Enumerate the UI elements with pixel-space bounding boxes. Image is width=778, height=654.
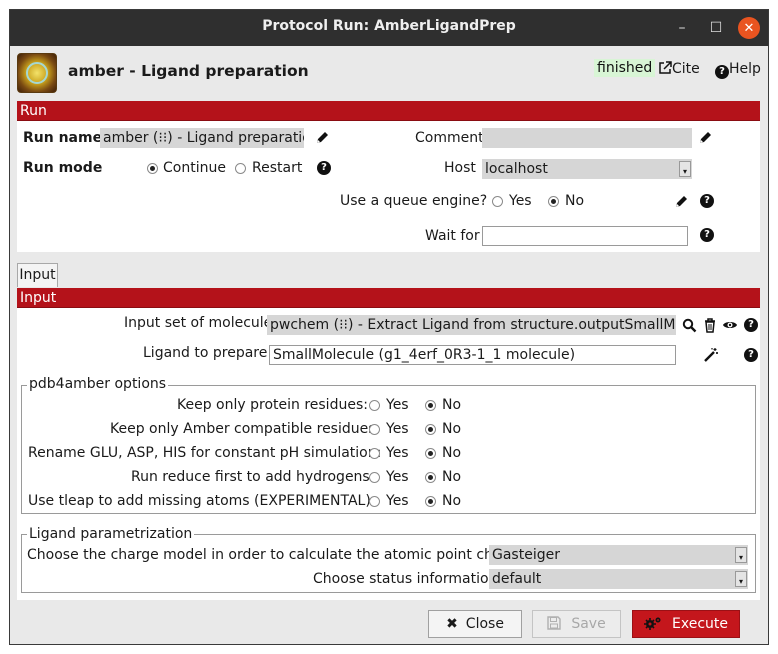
- mode-restart-radio[interactable]: [235, 163, 246, 174]
- search-icon[interactable]: [682, 318, 697, 333]
- cite-link[interactable]: Cite: [658, 61, 700, 77]
- help-circle-icon[interactable]: ?: [317, 161, 331, 175]
- charge-model-select[interactable]: Gasteiger ▾: [489, 545, 748, 565]
- amber-logo: [17, 53, 57, 93]
- pdb4amber-row-label: Use tleap to add missing atoms (EXPERIME…: [28, 493, 376, 509]
- status-info-label: Choose status information:: [313, 571, 503, 587]
- input-section-header: Input: [17, 288, 760, 308]
- eye-icon[interactable]: [722, 319, 738, 331]
- execute-button[interactable]: Execute: [632, 610, 740, 638]
- queue-no-radio[interactable]: [548, 196, 559, 207]
- wait-for-field[interactable]: [482, 226, 688, 246]
- close-button[interactable]: ✖ Close: [428, 610, 522, 638]
- yes-label: Yes: [386, 469, 409, 485]
- pdb4amber-row-label: Run reduce first to add hydrogens:: [131, 469, 375, 485]
- external-link-icon: [659, 61, 672, 74]
- status-info-value: default: [492, 571, 542, 587]
- close-x-icon: ✖: [446, 616, 458, 632]
- yes-label: Yes: [386, 397, 409, 413]
- no-radio[interactable]: [425, 448, 436, 459]
- host-select[interactable]: localhost ▾: [482, 159, 692, 179]
- trash-icon[interactable]: [703, 318, 717, 333]
- chevron-down-icon: ▾: [735, 547, 747, 563]
- queue-yes-label: Yes: [509, 193, 532, 209]
- help-circle-icon[interactable]: ?: [744, 348, 758, 362]
- ligand-label: Ligand to prepare:: [143, 345, 273, 361]
- cite-label: Cite: [672, 61, 700, 77]
- execute-label: Execute: [672, 616, 728, 632]
- chevron-down-icon: ▾: [679, 161, 691, 177]
- status-info-select[interactable]: default ▾: [489, 569, 748, 589]
- no-label: No: [442, 493, 462, 509]
- host-label: Host: [444, 160, 476, 176]
- mode-restart-label: Restart: [252, 160, 303, 176]
- mode-continue-label: Continue: [163, 160, 226, 176]
- help-circle-icon[interactable]: ?: [744, 318, 758, 332]
- protocol-window: Protocol Run: AmberLigandPrep – ☐ ✕ ambe…: [9, 9, 769, 645]
- maximize-button[interactable]: ☐: [704, 16, 728, 40]
- comment-field[interactable]: [482, 128, 692, 148]
- save-label: Save: [571, 616, 606, 632]
- chevron-down-icon: ▾: [735, 571, 747, 587]
- ligand-param-legend: Ligand parametrization: [27, 526, 195, 542]
- pdb4amber-row-label: Keep only protein residues:: [177, 397, 368, 413]
- queue-no-label: No: [565, 193, 585, 209]
- protocol-title: amber - Ligand preparation: [68, 62, 309, 80]
- mode-continue-radio[interactable]: [147, 163, 158, 174]
- help-circle-icon: ?: [715, 65, 729, 79]
- pencil-icon[interactable]: [315, 130, 330, 145]
- minimize-button[interactable]: –: [670, 16, 694, 40]
- pencil-icon[interactable]: [674, 194, 689, 209]
- save-button[interactable]: Save: [532, 610, 621, 638]
- wand-icon[interactable]: [703, 347, 719, 363]
- logo-ring: [26, 62, 48, 84]
- gears-icon: [644, 617, 661, 630]
- comment-label: Comment: [415, 130, 484, 146]
- title-bar: Protocol Run: AmberLigandPrep – ☐ ✕: [10, 10, 768, 46]
- charge-model-value: Gasteiger: [492, 547, 560, 563]
- host-value: localhost: [485, 161, 548, 177]
- run-mode-label: Run mode: [23, 160, 103, 176]
- yes-radio[interactable]: [369, 448, 380, 459]
- pdb4amber-legend: pdb4amber options: [27, 376, 169, 392]
- yes-label: Yes: [386, 445, 409, 461]
- no-label: No: [442, 469, 462, 485]
- charge-model-label: Choose the charge model in order to calc…: [27, 547, 537, 563]
- queue-label: Use a queue engine?: [340, 193, 488, 209]
- save-icon: [547, 616, 562, 630]
- yes-label: Yes: [386, 421, 409, 437]
- help-circle-icon[interactable]: ?: [700, 228, 714, 242]
- ligand-field[interactable]: SmallMolecule (g1_4erf_0R3-1_1 molecule): [269, 345, 676, 365]
- molecules-field[interactable]: pwchem (⁝⁝) - Extract Ligand from struct…: [267, 315, 676, 335]
- no-radio[interactable]: [425, 424, 436, 435]
- run-name-field[interactable]: amber (⁝⁝) - Ligand preparation: [100, 128, 304, 148]
- help-circle-icon[interactable]: ?: [700, 194, 714, 208]
- status-badge: finished: [594, 59, 656, 77]
- help-link[interactable]: ? Help: [715, 61, 761, 79]
- run-section-header: Run: [17, 101, 760, 121]
- tab-input[interactable]: Input: [17, 263, 58, 287]
- yes-radio[interactable]: [369, 496, 380, 507]
- yes-radio[interactable]: [369, 400, 380, 411]
- no-label: No: [442, 397, 462, 413]
- no-label: No: [442, 445, 462, 461]
- yes-radio[interactable]: [369, 472, 380, 483]
- molecules-label: Input set of molecules:: [124, 315, 285, 331]
- wait-for-label: Wait for: [425, 228, 480, 244]
- no-radio[interactable]: [425, 472, 436, 483]
- run-name-label: Run name: [23, 130, 103, 146]
- pencil-icon[interactable]: [698, 130, 713, 145]
- no-radio[interactable]: [425, 400, 436, 411]
- pdb4amber-row-label: Keep only Amber compatible residues:: [110, 421, 381, 437]
- close-window-button[interactable]: ✕: [738, 17, 760, 39]
- yes-radio[interactable]: [369, 424, 380, 435]
- pdb4amber-row-label: Rename GLU, ASP, HIS for constant pH sim…: [28, 445, 382, 461]
- no-label: No: [442, 421, 462, 437]
- yes-label: Yes: [386, 493, 409, 509]
- help-label: Help: [729, 61, 761, 77]
- no-radio[interactable]: [425, 496, 436, 507]
- queue-yes-radio[interactable]: [492, 196, 503, 207]
- window-title: Protocol Run: AmberLigandPrep: [262, 18, 516, 34]
- close-label: Close: [465, 616, 504, 632]
